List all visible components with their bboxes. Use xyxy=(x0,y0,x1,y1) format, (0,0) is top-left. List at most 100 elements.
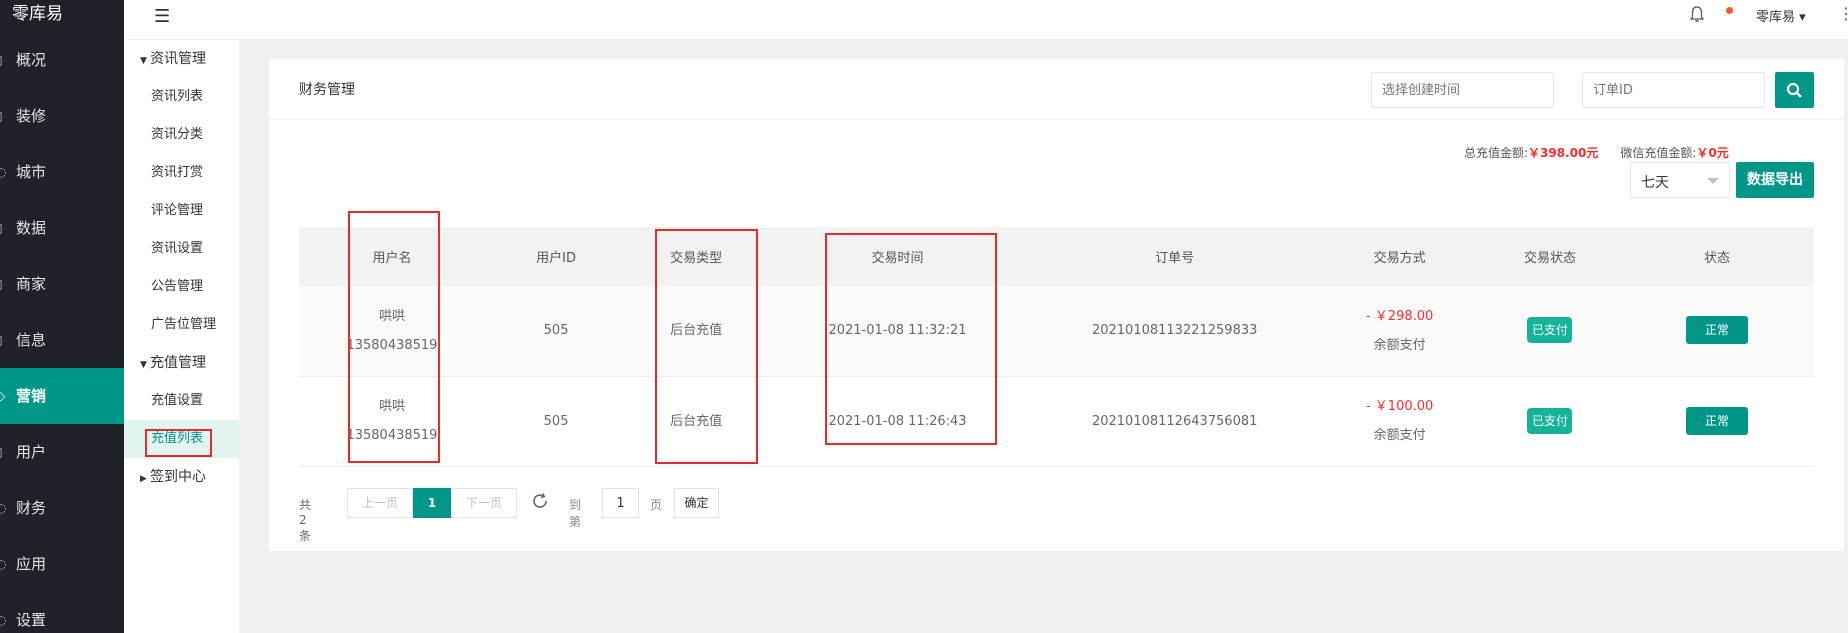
subnav-item-news-list[interactable]: 资讯列表 xyxy=(124,78,239,116)
sidebar-item-info[interactable]: ▯信息 xyxy=(0,312,124,368)
subnav-item-recharge-settings[interactable]: 充值设置 xyxy=(124,382,239,420)
column-header-trade-status: 交易状态 xyxy=(1479,227,1620,286)
recharge-table: 用户名 用户ID 交易类型 交易时间 订单号 交易方式 交易状态 状态 哄哄 13… xyxy=(299,227,1814,467)
cell-trade-method: - ￥298.00 余额支付 xyxy=(1319,286,1480,377)
app-icon: ◌ xyxy=(0,557,7,571)
cell-status: 正常 xyxy=(1619,286,1814,377)
cell-order-no: 20210108112643756081 xyxy=(1030,376,1320,467)
sidebar-item-city[interactable]: ◌ 城市 xyxy=(0,144,124,200)
subnav-item-comments[interactable]: 评论管理 xyxy=(124,192,239,230)
page-title: 财务管理 xyxy=(299,82,355,98)
sub-navigation: ▼ 资讯管理 资讯列表 资讯分类 资讯打赏 评论管理 资讯设置 公告管理 广告位管… xyxy=(124,40,239,633)
cell-user-id: 505 xyxy=(484,376,628,467)
cell-trade-type: 后台充值 xyxy=(627,286,765,377)
column-header-trade-method: 交易方式 xyxy=(1319,227,1480,286)
table-header-row: 用户名 用户ID 交易类型 交易时间 订单号 交易方式 交易状态 状态 xyxy=(299,227,1814,286)
menu-toggle-icon[interactable]: ☰ xyxy=(154,6,170,27)
goto-confirm-button[interactable]: 确定 xyxy=(674,488,719,518)
export-data-button[interactable]: 数据导出 xyxy=(1736,162,1814,198)
subnav-group-news[interactable]: ▼ 资讯管理 xyxy=(124,40,239,78)
cell-trade-time: 2021-01-08 11:26:43 xyxy=(764,376,1031,467)
paid-badge: 已支付 xyxy=(1527,407,1573,434)
triangle-right-icon: ▶ xyxy=(140,474,147,484)
bell-icon[interactable] xyxy=(1689,5,1705,27)
subnav-item-news-settings[interactable]: 资讯设置 xyxy=(124,230,239,268)
merchant-icon: ▯ xyxy=(0,256,8,312)
settings-icon: ◌ xyxy=(0,613,7,627)
sidebar-item-marketing[interactable]: ◇ 营销 xyxy=(0,368,124,424)
cell-trade-type: 后台充值 xyxy=(627,376,765,467)
search-button[interactable] xyxy=(1775,72,1814,108)
column-header-trade-type: 交易类型 xyxy=(627,227,765,286)
time-range-select[interactable]: 七天 xyxy=(1630,162,1730,198)
cell-username: 哄哄 13580438519 xyxy=(299,286,485,377)
cell-status: 正常 xyxy=(1619,376,1814,467)
page-unit-label: 页 xyxy=(650,498,663,512)
subnav-group-recharge[interactable]: ▼ 充值管理 xyxy=(124,344,239,382)
sidebar-item-settings[interactable]: ◌ 设置 xyxy=(0,592,124,633)
total-label: 总充值金额: xyxy=(1464,146,1529,160)
cell-trade-method: - ￥100.00 余额支付 xyxy=(1319,376,1480,467)
sidebar-item-app[interactable]: ◌ 应用 xyxy=(0,536,124,592)
top-header: ☰ 零库易 ▾ ⋮ xyxy=(124,0,1848,40)
total-value: ￥398.00元 xyxy=(1528,146,1599,160)
subnav-group-checkin[interactable]: ▶ 签到中心 xyxy=(124,458,239,496)
decor-icon: ▯ xyxy=(0,88,8,144)
sidebar-item-merchant[interactable]: ▯商家 xyxy=(0,256,124,312)
data-icon: ▯ xyxy=(0,200,8,256)
cell-trade-status: 已支付 xyxy=(1479,376,1620,467)
subnav-item-announcements[interactable]: 公告管理 xyxy=(124,268,239,306)
overview-icon: ▯ xyxy=(0,32,8,88)
user-menu[interactable]: 零库易 ▾ xyxy=(1756,6,1806,25)
goto-label: 到第 xyxy=(569,498,582,529)
finance-icon: ◌ xyxy=(0,501,7,515)
sidebar-item-data[interactable]: ▯数据 xyxy=(0,200,124,256)
column-header-username: 用户名 xyxy=(299,227,485,286)
marketing-icon: ◇ xyxy=(0,389,6,403)
cell-trade-status: 已支付 xyxy=(1479,286,1620,377)
sidebar-item-overview[interactable]: ▯概况 xyxy=(0,32,124,88)
finance-card: 财务管理 总充值金额:￥398.00元 微信充值金额:￥0元 七天 数据导出 用户… xyxy=(269,59,1844,551)
cell-user-id: 505 xyxy=(484,286,628,377)
paid-badge: 已支付 xyxy=(1527,317,1573,344)
column-header-user-id: 用户ID xyxy=(484,227,628,286)
brand-logo: 零库易 xyxy=(0,0,124,32)
sidebar-item-decor[interactable]: ▯装修 xyxy=(0,88,124,144)
date-picker-input[interactable] xyxy=(1371,72,1554,108)
subnav-item-news-tip[interactable]: 资讯打赏 xyxy=(124,154,239,192)
subnav-item-recharge-list[interactable]: 充值列表 xyxy=(124,420,239,458)
notification-dot xyxy=(1726,7,1733,14)
cell-order-no: 20210108113221259833 xyxy=(1030,286,1320,377)
table-row: 哄哄 13580438519 505 后台充值 2021-01-08 11:32:… xyxy=(299,286,1814,377)
main-sidebar: 零库易 ▯概况 ▯装修 ◌城市 ▯数据 ▯商家 ▯信息 ◇营销 ▯用户 ◌财务 … xyxy=(0,0,124,633)
status-normal-button[interactable]: 正常 xyxy=(1685,406,1748,435)
search-icon xyxy=(1786,82,1802,98)
sidebar-item-user[interactable]: ▯用户 xyxy=(0,424,124,480)
next-page-button[interactable]: 下一页 xyxy=(451,488,517,518)
column-header-order-no: 订单号 xyxy=(1030,227,1320,286)
dropdown-caret-icon xyxy=(1707,178,1719,184)
subnav-item-news-category[interactable]: 资讯分类 xyxy=(124,116,239,154)
user-icon: ▯ xyxy=(0,424,8,480)
refresh-icon[interactable] xyxy=(531,492,549,513)
city-icon: ◌ xyxy=(0,165,7,179)
info-icon: ▯ xyxy=(0,312,8,368)
more-vertical-icon[interactable]: ⋮ xyxy=(1838,4,1848,23)
current-page-button[interactable]: 1 xyxy=(413,488,451,518)
card-header: 财务管理 xyxy=(269,59,1844,120)
triangle-down-icon: ▼ xyxy=(140,360,147,370)
sidebar-item-finance[interactable]: ◌ 财务 xyxy=(0,480,124,536)
recharge-totals: 总充值金额:￥398.00元 微信充值金额:￥0元 xyxy=(1464,144,1729,161)
cell-username: 哄哄 13580438519 xyxy=(299,376,485,467)
wechat-value: ￥0元 xyxy=(1696,146,1729,160)
wechat-label: 微信充值金额: xyxy=(1620,146,1697,160)
column-header-trade-time: 交易时间 xyxy=(764,227,1031,286)
status-normal-button[interactable]: 正常 xyxy=(1685,316,1748,345)
order-id-input[interactable] xyxy=(1582,72,1765,108)
prev-page-button[interactable]: 上一页 xyxy=(347,488,413,518)
page-number-input[interactable] xyxy=(602,488,639,518)
total-count: 共 2 条 xyxy=(299,498,312,543)
subnav-item-ad-slots[interactable]: 广告位管理 xyxy=(124,306,239,344)
caret-down-icon: ▾ xyxy=(1799,10,1806,25)
cell-trade-time: 2021-01-08 11:32:21 xyxy=(764,286,1031,377)
